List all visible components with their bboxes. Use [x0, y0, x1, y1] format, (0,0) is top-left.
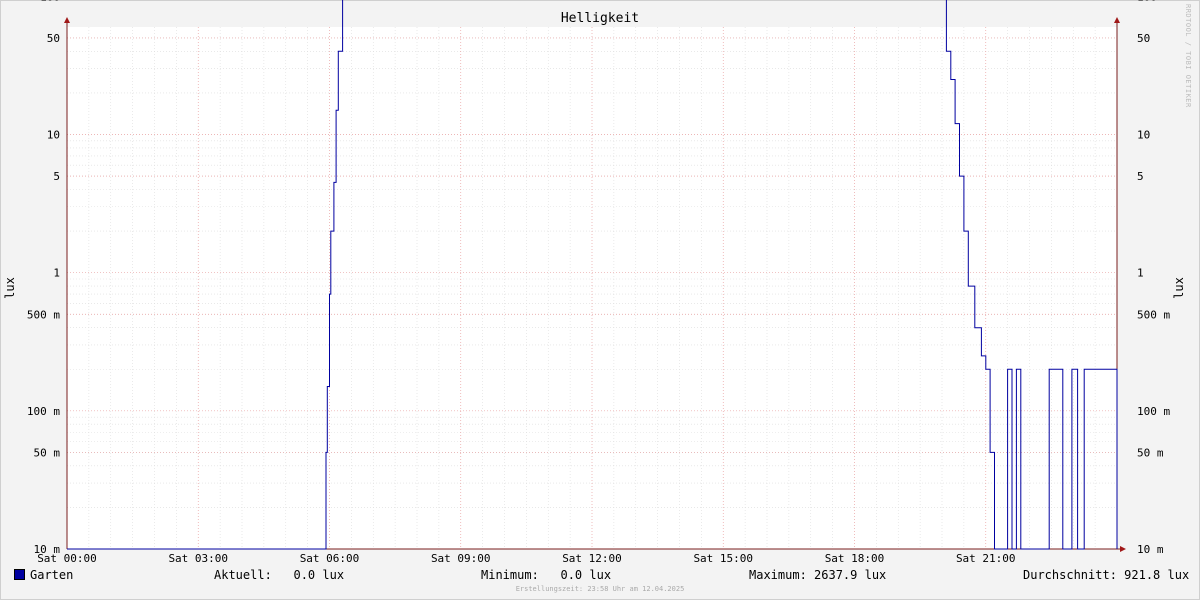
legend-series-name: Garten [30, 568, 74, 582]
rrdtool-watermark: RRDTOOL / TOBI OETIKER [1184, 4, 1192, 108]
y-tick-label-right: 5 [1137, 170, 1144, 183]
x-tick-label: Sat 03:00 [168, 552, 228, 565]
legend-minimum: Minimum: 0.0 lux [481, 568, 612, 582]
y-axis-label-right: lux [1172, 277, 1186, 299]
chart-canvas: 10 m 10 m50 m 50 m100 m 100 m500 m 500 m1 15 5… [3, 0, 1186, 565]
y-tick-label-right: 500 m [1137, 308, 1170, 321]
legend-maximum: Maximum: 2637.9 lux [749, 568, 887, 582]
y-tick-label-right: 100 m [1137, 405, 1170, 418]
y-tick-label-right: 10 [1137, 129, 1150, 142]
y-tick-label-left: 50 [47, 32, 60, 45]
y-tick-label-right: 50 [1137, 32, 1150, 45]
legend-swatch-garten [14, 569, 25, 580]
y-tick-label-left: 10 [47, 129, 60, 142]
y-tick-label-left: 100 [40, 0, 60, 3]
x-tick-label: Sat 06:00 [300, 552, 360, 565]
legend-current: Aktuell: 0.0 lux [214, 568, 345, 582]
x-tick-label: Sat 21:00 [956, 552, 1016, 565]
creation-time: Erstellungszeit: 23:58 Uhr am 12.04.2025 [515, 585, 685, 593]
y-axis-label-left: lux [3, 277, 17, 299]
y-tick-label-right: 100 [1137, 0, 1157, 3]
x-tick-label: Sat 12:00 [562, 552, 622, 565]
x-axis-arrow [1120, 546, 1126, 552]
legend-average: Durchschnitt: 921.8 lux [1023, 568, 1190, 582]
x-tick-label: Sat 09:00 [431, 552, 491, 565]
x-tick-label: Sat 18:00 [825, 552, 885, 565]
y-tick-label-right: 10 m [1137, 543, 1164, 556]
y-tick-label-left: 100 m [27, 405, 60, 418]
x-tick-label: Sat 00:00 [37, 552, 97, 565]
y-tick-label-left: 5 [53, 170, 60, 183]
y-tick-label-left: 500 m [27, 308, 60, 321]
chart-title: Helligkeit [560, 11, 640, 26]
x-tick-label: Sat 15:00 [693, 552, 753, 565]
y-tick-label-right: 1 [1137, 267, 1144, 280]
y-tick-label-right: 50 m [1137, 446, 1164, 459]
y-tick-label-left: 50 m [34, 446, 61, 459]
y-tick-label-left: 1 [53, 267, 60, 280]
